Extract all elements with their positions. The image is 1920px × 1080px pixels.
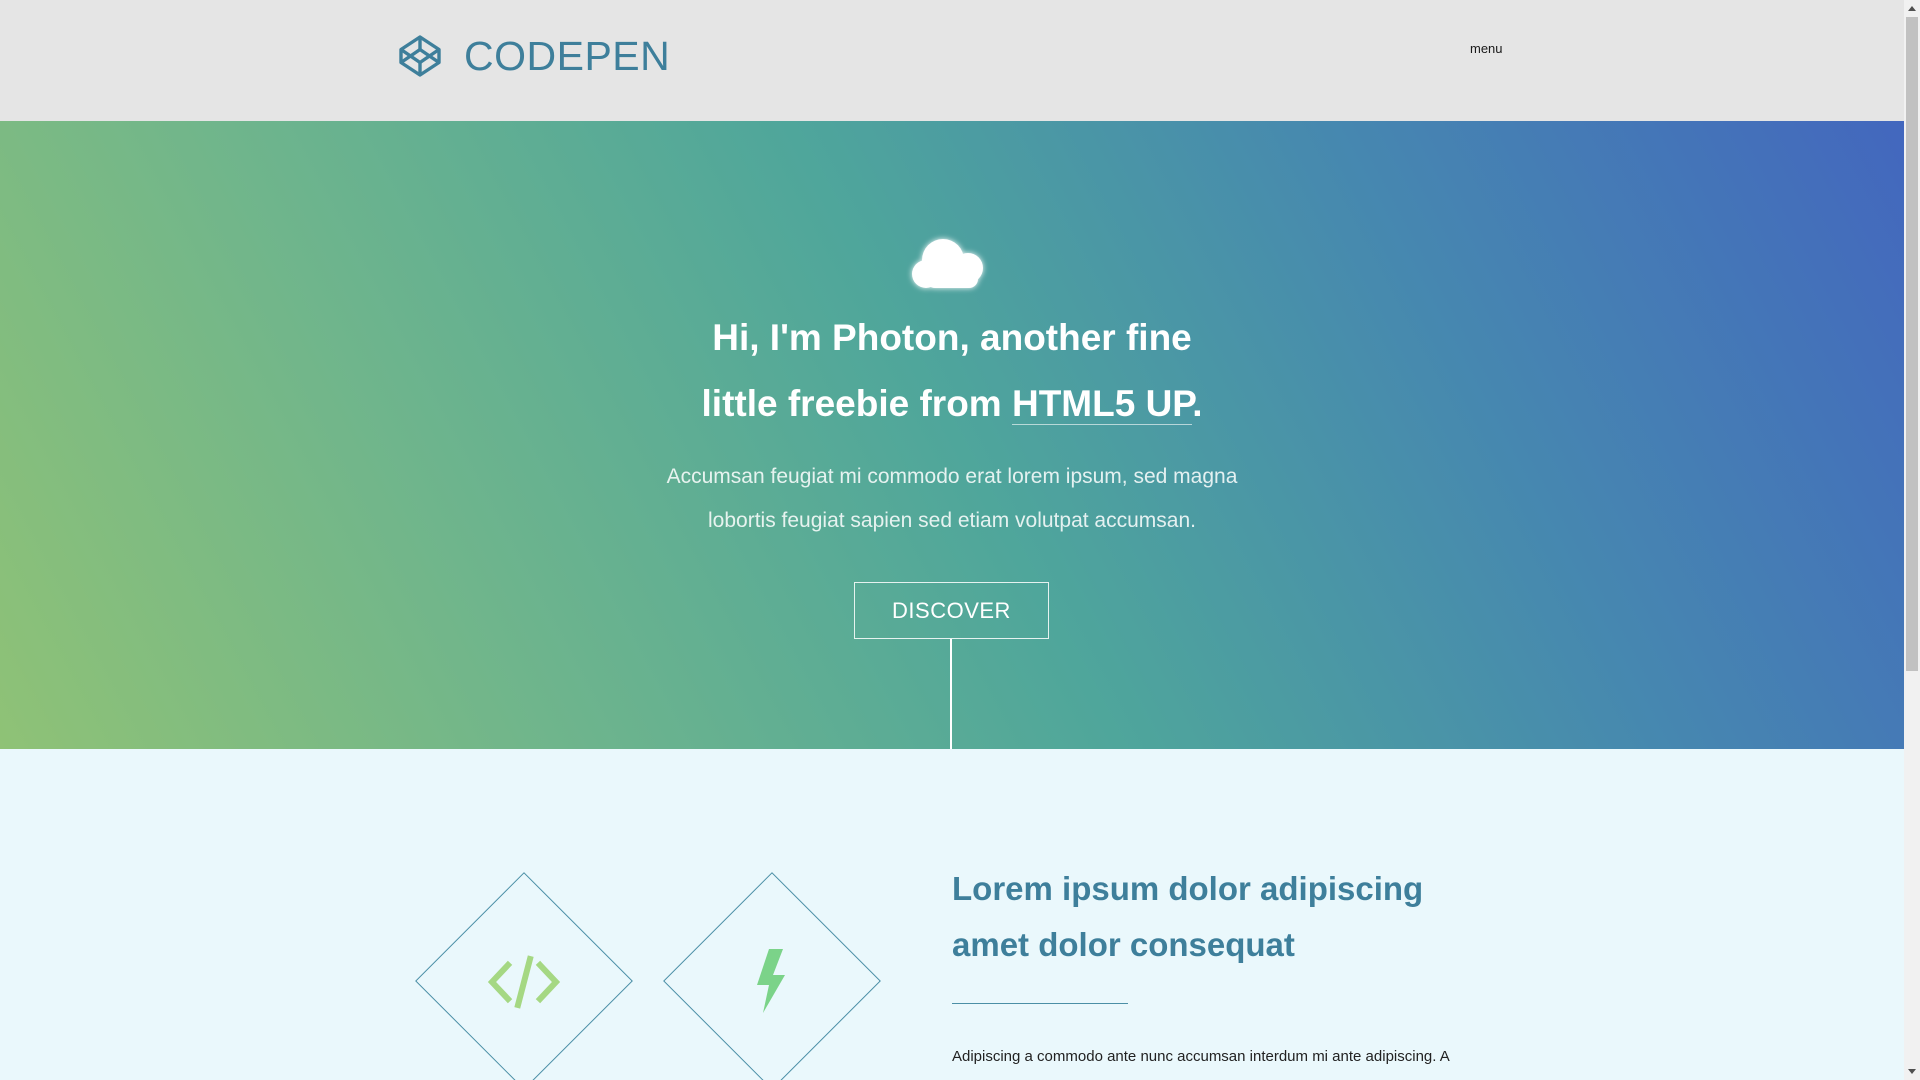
menu-link[interactable]: menu <box>1470 41 1503 56</box>
discover-button[interactable]: DISCOVER <box>854 582 1049 639</box>
hero-title: Hi, I'm Photon, another fine little free… <box>552 305 1352 437</box>
hero-title-line1: Hi, I'm Photon, another fine <box>712 317 1192 358</box>
logo-text: CODEPEN <box>464 32 671 79</box>
html5up-link[interactable]: HTML5 UP <box>1011 383 1193 425</box>
features-section: Lorem ipsum dolor adipiscing amet dolor … <box>0 749 1904 1080</box>
hero-text-line2: lobortis feugiat sapien sed etiam volutp… <box>708 509 1196 532</box>
hero-banner: Hi, I'm Photon, another fine little free… <box>0 121 1904 749</box>
codepen-cube-icon <box>399 35 441 77</box>
page: CODEPEN menu Hi, I'm Photon, another fin… <box>0 0 1904 1080</box>
scroll-up-arrow-icon[interactable] <box>1904 0 1920 17</box>
hero-title-line2: little freebie from <box>701 383 1012 424</box>
site-header: CODEPEN menu <box>0 0 1904 121</box>
cloud-icon <box>912 239 983 288</box>
title-divider <box>952 1003 1128 1004</box>
features-text: Adipiscing a commodo ante nunc accumsan … <box>952 1048 1450 1065</box>
features-title-line2: amet dolor consequat <box>952 926 1295 963</box>
vertical-scrollbar[interactable] <box>1904 0 1920 1080</box>
logo-link[interactable]: CODEPEN <box>398 34 670 78</box>
hero-text-line1: Accumsan feugiat mi commodo erat lorem i… <box>666 465 1238 488</box>
hero-title-suffix: . <box>1192 383 1203 424</box>
hero-description: Accumsan feugiat mi commodo erat lorem i… <box>602 455 1302 543</box>
hero-vertical-line <box>950 639 952 749</box>
scrollbar-thumb[interactable] <box>1906 17 1918 671</box>
features-title: Lorem ipsum dolor adipiscing amet dolor … <box>952 861 1512 973</box>
bolt-icon <box>757 949 785 1013</box>
scroll-down-arrow-icon[interactable] <box>1904 1063 1920 1080</box>
code-icon <box>487 955 561 1009</box>
features-title-line1: Lorem ipsum dolor adipiscing <box>952 870 1424 907</box>
